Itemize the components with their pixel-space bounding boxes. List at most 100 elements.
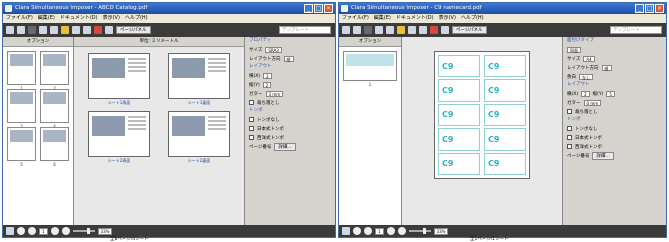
- crop-icon[interactable]: [61, 26, 69, 34]
- open-icon[interactable]: [342, 26, 350, 34]
- bleed-checkbox[interactable]: [567, 109, 572, 114]
- close-button[interactable]: ×: [324, 4, 333, 13]
- namecard-sheet[interactable]: C9 C9 C9 C9 C9 C9 C9 C9 C9 C9: [434, 51, 530, 179]
- page-number-field[interactable]: 1: [375, 227, 384, 235]
- page-thumbnail[interactable]: 6: [40, 127, 69, 167]
- page-panel-button[interactable]: ページパネル: [452, 26, 487, 34]
- zoom-in-icon[interactable]: [408, 26, 416, 34]
- imposition-type-select[interactable]: 同面: [567, 46, 581, 53]
- template-search-input[interactable]: テンプレート: [610, 26, 662, 34]
- prev-page-button[interactable]: [364, 227, 372, 235]
- detail-button[interactable]: 詳細...: [274, 142, 296, 151]
- marks-radio[interactable]: [567, 144, 572, 149]
- minimize-button[interactable]: _: [304, 4, 313, 13]
- page-thumbnail[interactable]: 5: [7, 127, 36, 167]
- sheet-preview[interactable]: シート1裏面: [168, 53, 230, 105]
- thumbnail-pane: オプション 1 2 3 4 5 6: [3, 37, 74, 225]
- maximize-button[interactable]: □: [314, 4, 323, 13]
- bleed-checkbox[interactable]: [249, 100, 254, 105]
- menu-edit[interactable]: 編集(E): [38, 14, 55, 23]
- template-search-input[interactable]: テンプレート: [279, 26, 331, 34]
- gutter-field[interactable]: 0 mm: [583, 99, 602, 106]
- bleed-label: 裁ち落とし: [575, 109, 598, 115]
- maximize-button[interactable]: □: [645, 4, 654, 13]
- sheet-view-icon[interactable]: [342, 227, 350, 235]
- grid-icon[interactable]: [441, 26, 449, 34]
- namecard: C9: [484, 55, 526, 78]
- sheet-preview[interactable]: シート1表面: [88, 53, 150, 105]
- last-page-button[interactable]: [61, 227, 70, 235]
- print-icon[interactable]: [364, 26, 372, 34]
- menu-document[interactable]: ドキュメント(D): [396, 14, 434, 23]
- rows-stepper[interactable]: 2: [262, 81, 272, 88]
- marks-option-label: 西洋式トンボ: [575, 144, 602, 150]
- close-button[interactable]: ×: [655, 4, 664, 13]
- zoom-slider[interactable]: [408, 228, 431, 234]
- first-page-button[interactable]: [17, 227, 25, 235]
- crop-icon[interactable]: [397, 26, 405, 34]
- page-thumbnail[interactable]: 2: [40, 51, 69, 91]
- rows-stepper[interactable]: 5: [606, 90, 615, 97]
- page-thumbnail[interactable]: 1: [343, 51, 397, 87]
- delete-icon[interactable]: [430, 26, 438, 34]
- print-icon[interactable]: [28, 26, 36, 34]
- grid-icon[interactable]: [105, 26, 113, 34]
- zoom-field[interactable]: 33%: [97, 227, 113, 235]
- size-select[interactable]: SRA3: [265, 46, 282, 53]
- next-page-button[interactable]: [50, 227, 59, 235]
- first-page-button[interactable]: [353, 227, 361, 235]
- gutter-field[interactable]: 3 mm: [265, 90, 284, 97]
- hand-icon[interactable]: [50, 26, 58, 34]
- menu-help[interactable]: ヘルプ(H): [461, 14, 484, 23]
- sheet-view-icon[interactable]: [6, 227, 14, 235]
- next-page-button[interactable]: [386, 227, 395, 235]
- thumbnail-pane-header[interactable]: オプション: [339, 37, 401, 47]
- columns-stepper[interactable]: 2: [263, 72, 272, 79]
- marks-radio[interactable]: [249, 135, 254, 140]
- namecard: C9: [438, 128, 480, 151]
- marks-radio[interactable]: [249, 117, 254, 122]
- page-panel-button[interactable]: ページパネル: [116, 26, 151, 34]
- menu-file[interactable]: ファイル(F): [342, 14, 369, 23]
- save-icon[interactable]: [353, 26, 361, 34]
- prev-page-button[interactable]: [28, 227, 36, 235]
- page-thumbnail[interactable]: 4: [40, 89, 69, 129]
- delete-icon[interactable]: [94, 26, 102, 34]
- page-number-field[interactable]: 1: [39, 227, 48, 235]
- namecard: C9: [484, 103, 526, 127]
- save-icon[interactable]: [17, 26, 25, 34]
- pointer-icon[interactable]: [39, 26, 47, 34]
- zoom-out-icon[interactable]: [419, 26, 427, 34]
- menu-view[interactable]: 表示(V): [439, 14, 456, 23]
- minimize-button[interactable]: _: [635, 4, 644, 13]
- open-icon[interactable]: [6, 26, 14, 34]
- columns-stepper[interactable]: 2: [581, 90, 590, 97]
- margin-select[interactable]: なし: [579, 73, 593, 80]
- orientation-select[interactable]: 縦: [283, 55, 294, 62]
- orientation-select[interactable]: 縦: [601, 64, 612, 71]
- marks-radio[interactable]: [567, 126, 572, 131]
- zoom-out-icon[interactable]: [83, 26, 91, 34]
- zoom-slider[interactable]: [72, 228, 95, 234]
- zoom-field[interactable]: 33%: [433, 227, 449, 235]
- page-thumbnail[interactable]: 1: [7, 51, 36, 91]
- detail-button[interactable]: 詳細...: [592, 151, 614, 160]
- menu-help[interactable]: ヘルプ(H): [125, 14, 148, 23]
- sheet-preview[interactable]: シート2表面: [88, 111, 150, 163]
- menu-view[interactable]: 表示(V): [103, 14, 120, 23]
- zoom-in-icon[interactable]: [72, 26, 80, 34]
- last-page-button[interactable]: [397, 227, 406, 235]
- marks-radio[interactable]: [249, 126, 254, 131]
- pointer-icon[interactable]: [375, 26, 383, 34]
- hand-icon[interactable]: [386, 26, 394, 34]
- size-select[interactable]: A4: [583, 55, 595, 62]
- marks-radio[interactable]: [567, 135, 572, 140]
- page-thumbnail[interactable]: 3: [7, 89, 36, 129]
- menu-edit[interactable]: 編集(E): [374, 14, 391, 23]
- menu-file[interactable]: ファイル(F): [6, 14, 33, 23]
- menu-document[interactable]: ドキュメント(D): [60, 14, 98, 23]
- sheet-preview[interactable]: シート2裏面: [168, 111, 230, 163]
- properties-title: プロパティ: [249, 38, 272, 43]
- status-bar: 1 33%: [3, 225, 335, 237]
- thumbnail-pane-header[interactable]: オプション: [3, 37, 73, 47]
